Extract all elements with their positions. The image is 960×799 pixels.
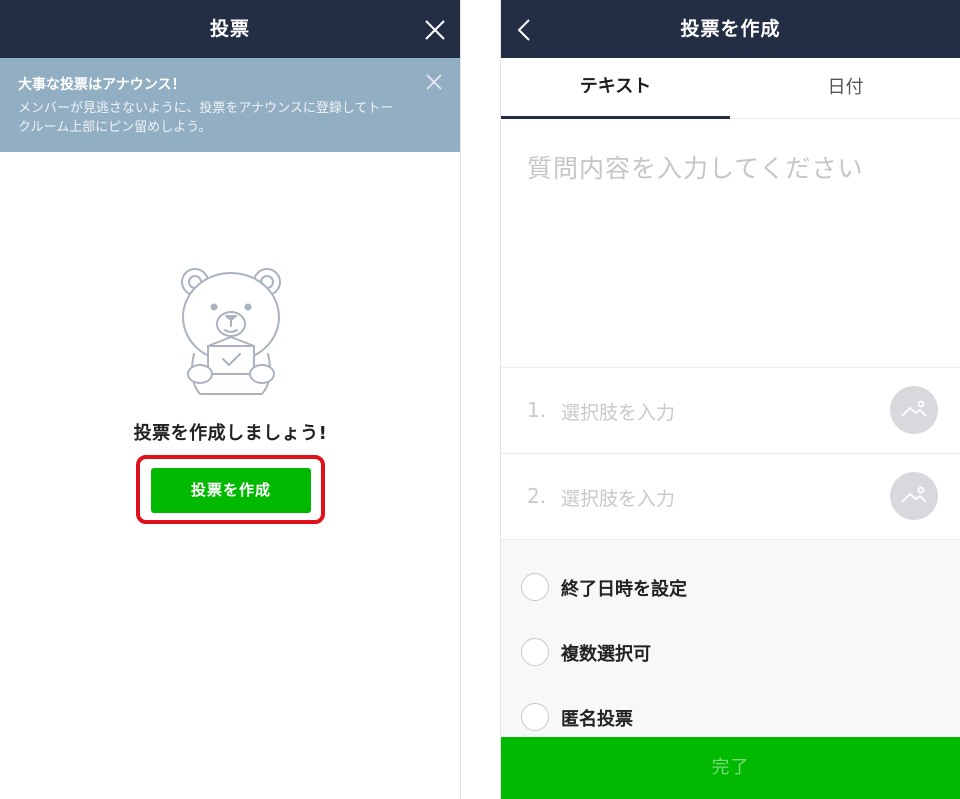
question-input[interactable]: 質問内容を入力してください	[527, 149, 864, 185]
poll-settings: 終了日時を設定 複数選択可 匿名投票	[501, 539, 960, 737]
create-poll-prompt: 投票を作成しましょう!	[133, 423, 328, 444]
setting-label: 終了日時を設定	[561, 579, 687, 600]
bear-illustration-icon	[181, 268, 281, 395]
radio-button[interactable]	[521, 703, 549, 731]
banner-title: 大事な投票はアナウンス！	[18, 77, 186, 93]
radio-button[interactable]	[521, 638, 549, 666]
option-row: 2. 選択肢を入力	[501, 453, 960, 539]
image-icon	[901, 400, 927, 417]
option-row: 1. 選択肢を入力	[501, 367, 960, 453]
setting-anonymous[interactable]: 匿名投票	[501, 697, 960, 737]
radio-button[interactable]	[521, 573, 549, 601]
poll-intro-screen: 投票 大事な投票はアナウンス！ メンバーが見逃さないように、投票をアナウンスに登…	[0, 0, 461, 799]
close-icon[interactable]	[425, 73, 443, 91]
add-image-button[interactable]	[890, 386, 938, 434]
done-button[interactable]: 完了	[501, 737, 960, 799]
option-input[interactable]: 選択肢を入力	[561, 484, 675, 511]
tab-text[interactable]: テキスト	[501, 58, 730, 119]
option-input[interactable]: 選択肢を入力	[561, 398, 675, 425]
setting-label: 匿名投票	[561, 709, 633, 730]
create-poll-screen: 投票を作成 テキスト 日付 質問内容を入力してください 1. 選択肢を入力 2.…	[500, 0, 960, 799]
banner-text: メンバーが見逃さないように、投票をアナウンスに登録してトークルーム上部にピン留め…	[18, 101, 394, 135]
header: 投票	[0, 0, 460, 58]
option-number: 2.	[527, 484, 547, 508]
create-poll-button[interactable]: 投票を作成	[151, 468, 311, 513]
image-icon	[901, 486, 927, 503]
header: 投票を作成	[501, 0, 960, 58]
page-title: 投票を作成	[680, 18, 781, 40]
poll-type-tabs: テキスト 日付	[501, 58, 960, 119]
announcement-banner: 大事な投票はアナウンス！ メンバーが見逃さないように、投票をアナウンスに登録して…	[0, 58, 460, 152]
setting-label: 複数選択可	[561, 644, 651, 665]
page-title: 投票	[209, 18, 250, 40]
option-number: 1.	[527, 398, 547, 422]
tab-date[interactable]: 日付	[730, 58, 960, 119]
add-image-button[interactable]	[890, 472, 938, 520]
setting-multiple-choice[interactable]: 複数選択可	[501, 632, 960, 672]
close-icon[interactable]	[424, 19, 446, 41]
setting-end-datetime[interactable]: 終了日時を設定	[501, 567, 960, 607]
